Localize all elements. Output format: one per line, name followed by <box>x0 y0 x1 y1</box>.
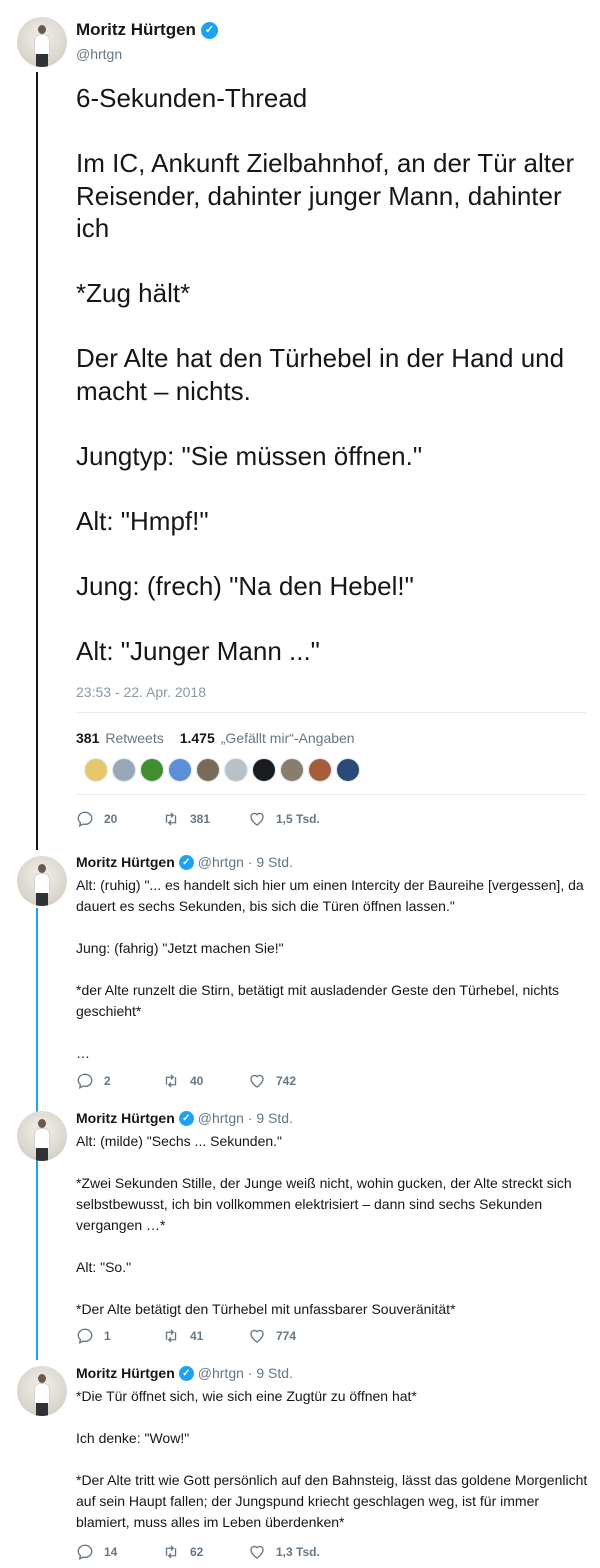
like-label[interactable]: „Gefällt mir“-Angaben <box>221 730 355 746</box>
liker-avatar[interactable] <box>308 758 332 782</box>
likers-avatars <box>84 758 360 782</box>
reply-actions: 2 40 742 <box>76 1072 328 1090</box>
retweet-button[interactable]: 41 <box>162 1327 242 1345</box>
tweet-meta[interactable]: @hrtgn · 9 Std. <box>198 1365 293 1381</box>
liker-avatar[interactable] <box>336 758 360 782</box>
author-handle[interactable]: @hrtgn <box>76 46 218 62</box>
retweet-button[interactable]: 381 <box>162 810 242 828</box>
reply-icon <box>77 1328 93 1344</box>
author-name[interactable]: Moritz Hürtgen <box>76 854 175 870</box>
retweet-icon <box>165 812 177 826</box>
reply-icon <box>77 1544 93 1560</box>
tweet-meta[interactable]: @hrtgn · 9 Std. <box>198 1110 293 1126</box>
verified-badge-icon: ✓ <box>200 21 218 39</box>
main-tweet-actions: 20 381 1,5 Tsd. <box>76 810 328 828</box>
author-name[interactable]: Moritz Hürtgen <box>76 20 196 40</box>
tweet-timestamp[interactable]: 23:53 - 22. Apr. 2018 <box>76 684 206 700</box>
retweet-icon <box>165 1545 177 1559</box>
reply-tweet-text: *Die Tür öffnet sich, wie sich eine Zugt… <box>76 1388 588 1530</box>
main-tweet-header: Moritz Hürtgen ✓ @hrtgn <box>76 20 218 62</box>
verified-badge-icon: ✓ <box>178 1110 194 1126</box>
liker-avatar[interactable] <box>112 758 136 782</box>
reply-icon <box>77 1073 93 1089</box>
reply-button[interactable]: 1 <box>76 1327 156 1345</box>
reply-button[interactable]: 14 <box>76 1543 156 1561</box>
avatar[interactable] <box>17 1366 67 1416</box>
reply-header: Moritz Hürtgen ✓ @hrtgn · 9 Std. <box>76 1110 293 1126</box>
reply-tweet-text: Alt: (ruhig) "... es handelt sich hier u… <box>76 877 584 1061</box>
tweet-meta[interactable]: @hrtgn · 9 Std. <box>198 854 293 870</box>
like-button[interactable]: 774 <box>248 1327 328 1345</box>
avatar[interactable] <box>17 17 67 67</box>
reply-actions: 1 41 774 <box>76 1327 328 1345</box>
retweet-icon <box>165 1074 177 1088</box>
avatar[interactable] <box>17 856 67 906</box>
avatar[interactable] <box>17 1111 67 1161</box>
liker-avatar[interactable] <box>280 758 304 782</box>
reply-actions: 14 62 1,3 Tsd. <box>76 1543 328 1561</box>
retweet-label[interactable]: Retweets <box>105 730 163 746</box>
reply-button[interactable]: 20 <box>76 810 156 828</box>
retweet-button[interactable]: 40 <box>162 1072 242 1090</box>
reply-header: Moritz Hürtgen ✓ @hrtgn · 9 Std. <box>76 1365 293 1381</box>
like-button[interactable]: 1,5 Tsd. <box>248 810 328 828</box>
verified-badge-icon: ✓ <box>178 1365 194 1381</box>
like-button[interactable]: 742 <box>248 1072 328 1090</box>
liker-avatar[interactable] <box>252 758 276 782</box>
liker-avatar[interactable] <box>84 758 108 782</box>
heart-icon <box>250 1074 264 1088</box>
thread-connector-line <box>36 72 38 850</box>
author-name[interactable]: Moritz Hürtgen <box>76 1110 175 1126</box>
heart-icon <box>250 812 264 826</box>
retweet-icon <box>165 1329 177 1343</box>
like-button[interactable]: 1,3 Tsd. <box>248 1543 328 1561</box>
divider <box>76 712 586 713</box>
divider <box>76 794 586 795</box>
heart-icon <box>250 1545 264 1559</box>
liker-avatar[interactable] <box>140 758 164 782</box>
main-tweet-text: 6-Sekunden-Thread Im IC, Ankunft Zielbah… <box>76 83 575 666</box>
retweet-button[interactable]: 62 <box>162 1543 242 1561</box>
reply-tweet-text: Alt: (milde) "Sechs ... Sekunden." *Zwei… <box>76 1133 572 1317</box>
retweet-count[interactable]: 381 <box>76 730 99 746</box>
reply-header: Moritz Hürtgen ✓ @hrtgn · 9 Std. <box>76 854 293 870</box>
liker-avatar[interactable] <box>224 758 248 782</box>
liker-avatar[interactable] <box>196 758 220 782</box>
verified-badge-icon: ✓ <box>178 854 194 870</box>
reply-icon <box>77 811 93 827</box>
heart-icon <box>250 1329 264 1343</box>
author-name[interactable]: Moritz Hürtgen <box>76 1365 175 1381</box>
reply-button[interactable]: 2 <box>76 1072 156 1090</box>
like-count[interactable]: 1.475 <box>180 730 215 746</box>
liker-avatar[interactable] <box>168 758 192 782</box>
engagement-stats: 381 Retweets 1.475 „Gefällt mir“-Angaben <box>76 730 355 746</box>
